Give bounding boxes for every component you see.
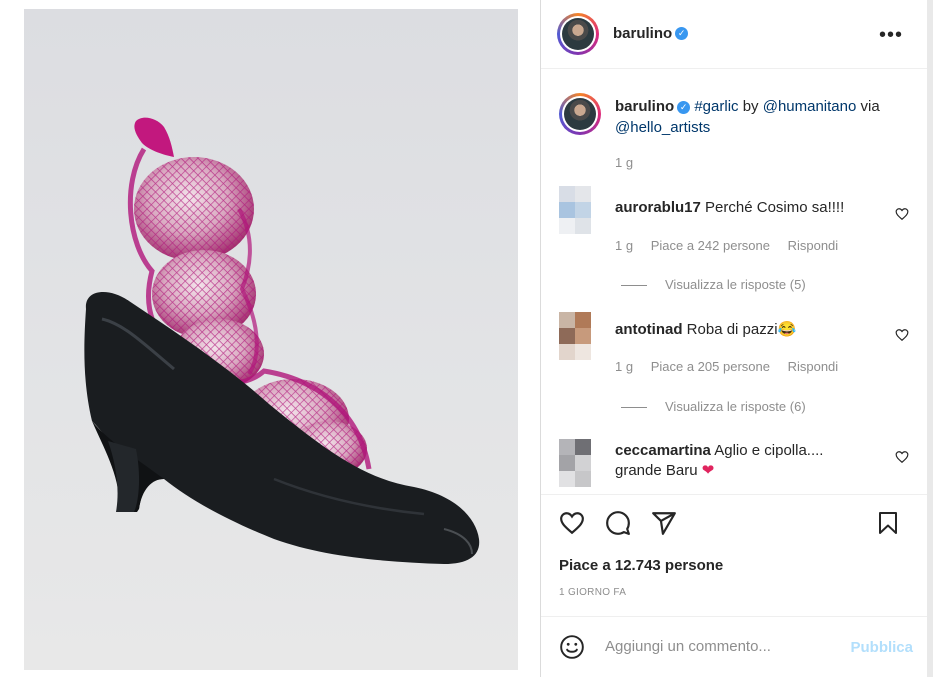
comment-text-line2: grande Baru [615,462,698,479]
post-image-area [0,0,540,677]
avatar-pixel [559,344,575,360]
verified-badge-icon: ✓ [677,100,691,114]
comment-like-heart-icon[interactable] [895,450,909,464]
comment-meta: 1 g Piace a 242 persone Rispondi [615,238,852,253]
avatar-pixel [559,471,575,487]
caption-by: by [742,98,759,115]
comment-likes[interactable]: Piace a 205 persone [651,359,770,374]
comment-like-heart-icon[interactable] [895,328,909,342]
avatar-pixel [559,202,575,218]
comment-text: Roba di pazzi😂 [686,321,797,338]
avatar-pixel [575,186,591,202]
comment-item: aurorablu17 Perché Cosimo sa!!!! 1 g Pia… [559,186,909,296]
post-side-panel: barulino ✓ ••• barulino ✓ #garlic by @huma… [541,0,927,677]
post-image[interactable] [24,9,518,670]
likes-count[interactable]: Piace a 12.743 persone [559,557,723,574]
comment-body: aurorablu17 Perché Cosimo sa!!!! [615,198,885,218]
comment-like-heart-icon[interactable] [895,207,909,221]
view-replies-label: Visualizza le risposte (6) [665,399,806,414]
comment-body: ceccamartina Aglio e cipolla.... grande … [615,441,885,481]
shoe-with-garlic-illustration [84,117,480,564]
publish-button[interactable]: Pubblica [850,639,913,656]
avatar-pixel [575,202,591,218]
comment-avatar[interactable] [559,312,591,360]
send-icon[interactable] [651,510,677,536]
post-date[interactable]: 1 GIORNO FA [559,587,626,598]
avatar-pixel [575,439,591,455]
caption-avatar[interactable] [559,93,601,135]
avatar-pixel [559,312,575,328]
window-edge [927,0,933,677]
view-replies-button[interactable]: Visualizza le risposte (5) [621,277,806,292]
avatar-pixel [559,455,575,471]
avatar-pixel [559,218,575,234]
more-horizontal-icon[interactable]: ••• [879,24,903,47]
comment-body: antotinad Roba di pazzi😂 [615,320,885,340]
post-header: barulino ✓ ••• [541,0,927,69]
red-heart-emoji-icon: ❤ [701,462,715,479]
view-replies-label: Visualizza le risposte (5) [665,277,806,292]
comment-item: antotinad Roba di pazzi😂 1 g Piace a 205… [559,312,909,422]
avatar-pixel [559,439,575,455]
avatar-pixel [575,344,591,360]
avatar-pixel [559,328,575,344]
caption-time: 1 g [615,155,634,170]
avatar[interactable] [557,13,599,55]
comments-list[interactable]: barulino ✓ #garlic by @humanitano via @he… [541,69,927,494]
avatar-pixel [575,328,591,344]
comment-time: 1 g [615,359,634,374]
avatar-pixel [559,186,575,202]
avatar-pixel [575,218,591,234]
hashtag-link[interactable]: #garlic [694,98,738,115]
add-comment-bar: Pubblica [541,616,927,678]
comment-item: ceccamartina Aglio e cipolla.... grande … [559,439,909,494]
avatar-pixel [575,471,591,487]
post-window: barulino ✓ ••• barulino ✓ #garlic by @huma… [0,0,933,677]
comment-meta: 1 g Piace a 205 persone Rispondi [615,359,852,374]
mention-link-source[interactable]: @hello_artists [615,119,710,136]
heart-icon[interactable] [559,510,585,536]
comment-text: Aglio e cipolla.... [714,442,824,459]
comment-input[interactable] [603,637,827,656]
caption-username[interactable]: barulino [615,98,674,115]
comment-avatar[interactable] [559,186,591,234]
emoji-icon[interactable] [559,634,585,660]
view-replies-button[interactable]: Visualizza le risposte (6) [621,399,806,414]
reply-button[interactable]: Rispondi [788,238,839,253]
avatar-pixel [575,455,591,471]
comment-time: 1 g [615,238,634,253]
caption-via: via [860,98,880,115]
comment-likes[interactable]: Piace a 242 persone [651,238,770,253]
comment-username[interactable]: antotinad [615,321,683,338]
header-user: barulino ✓ [613,25,689,43]
username-link[interactable]: barulino [613,25,672,42]
action-bar: Piace a 12.743 persone 1 GIORNO FA [541,494,927,617]
avatar-pixel [575,312,591,328]
comment-icon[interactable] [605,510,631,536]
comment-text: Perché Cosimo sa!!!! [705,199,845,216]
comment-username[interactable]: ceccamartina [615,442,711,459]
comment-avatar[interactable] [559,439,591,487]
reply-button[interactable]: Rispondi [788,359,839,374]
verified-badge-icon: ✓ [675,27,689,41]
caption-text: barulino ✓ #garlic by @humanitano via @he… [615,96,915,138]
mention-link-artist[interactable]: @humanitano [763,98,857,115]
comment-username[interactable]: aurorablu17 [615,199,701,216]
bookmark-icon[interactable] [876,510,900,536]
